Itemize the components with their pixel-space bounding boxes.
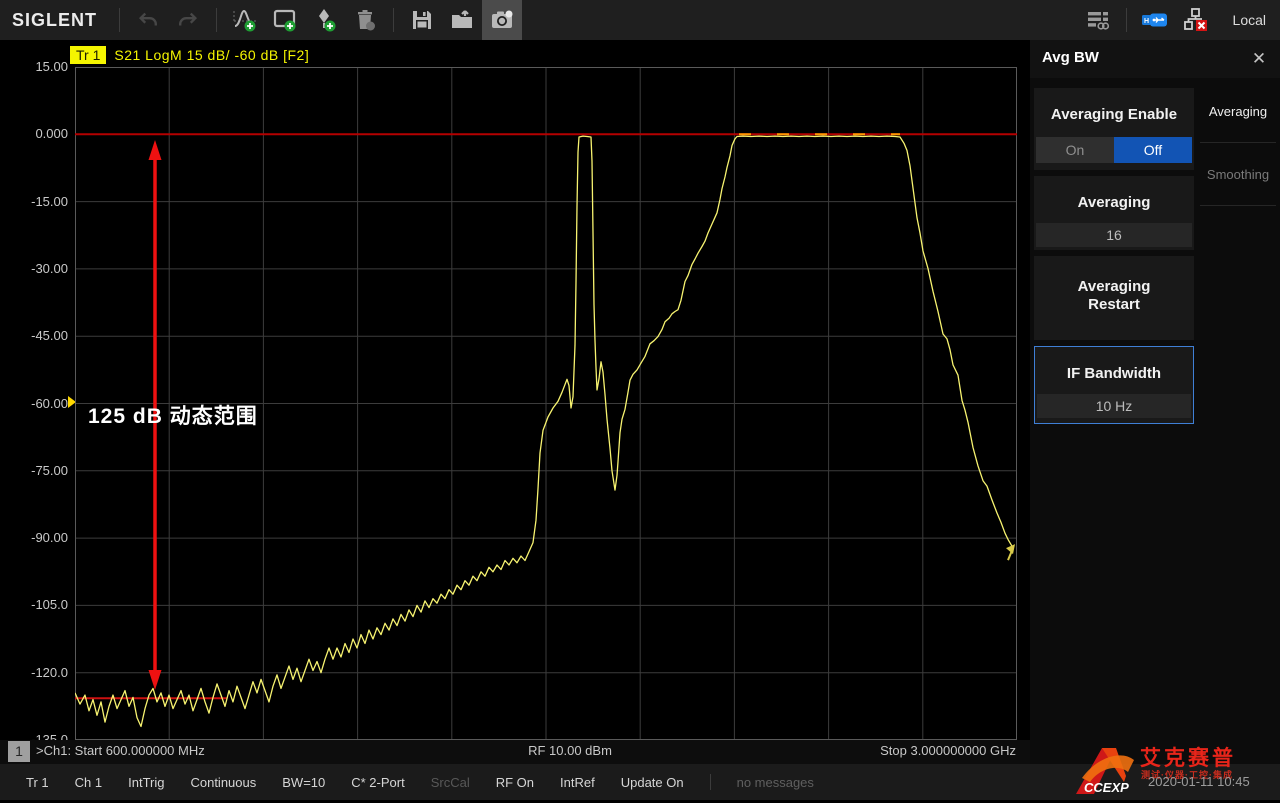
tab-averaging[interactable]: Averaging	[1196, 88, 1280, 134]
y-axis-label: -90.00	[4, 530, 68, 545]
if-bandwidth-label: IF Bandwidth	[1035, 347, 1193, 382]
screenshot-icon[interactable]	[482, 0, 522, 40]
status-item-continuous[interactable]: Continuous	[190, 775, 256, 790]
tab-divider	[1200, 205, 1276, 206]
y-axis-label: 15.00	[4, 59, 68, 74]
averaging-restart-label-2: Restart	[1034, 296, 1194, 314]
start-frequency-label[interactable]: >Ch1: Start 600.000000 MHz	[36, 743, 205, 758]
status-item-bw-10[interactable]: BW=10	[282, 775, 325, 790]
y-axis-label: 0.000	[4, 126, 68, 141]
top-toolbar: SIGLENT	[0, 0, 1280, 40]
panel-content: Averaging Enable On Off Averaging 16 Ave…	[1034, 88, 1194, 430]
trace-header[interactable]: Tr 1 S21 LogM 15 dB/ -60 dB [F2]	[70, 46, 309, 64]
tab-divider	[1200, 142, 1276, 143]
stop-frequency-label[interactable]: Stop 3.000000000 GHz	[880, 743, 1016, 758]
panel-tab-strip: Averaging Smoothing	[1196, 88, 1280, 214]
status-item-inttrig[interactable]: IntTrig	[128, 775, 164, 790]
status-items: Tr 1 Ch 1 IntTrig Continuous BW=10 C* 2-Port S…	[0, 775, 684, 790]
y-axis-label: -60.00	[4, 396, 68, 411]
averaging-factor-label: Averaging	[1034, 176, 1194, 211]
y-axis-label: -45.00	[4, 328, 68, 343]
screen-layout-icon[interactable]	[1078, 0, 1118, 40]
rf-power-label[interactable]: RF 10.00 dBm	[460, 743, 680, 758]
channel-number-badge[interactable]: 1	[8, 741, 30, 762]
local-mode-label[interactable]: Local	[1233, 12, 1266, 28]
status-divider	[710, 774, 711, 790]
trace-format-text: S21 LogM 15 dB/ -60 dB [F2]	[114, 47, 309, 63]
tab-smoothing-label: Smoothing	[1207, 167, 1269, 182]
status-item-srccal[interactable]: SrcCal	[431, 775, 470, 790]
y-axis-label: -105.0	[4, 597, 68, 612]
dynamic-range-annotation: 125 dB 动态范围	[88, 400, 258, 430]
if-bandwidth-block[interactable]: IF Bandwidth 10 Hz	[1034, 346, 1194, 424]
y-axis-label: -120.0	[4, 665, 68, 680]
avg-bw-panel: Avg BW ✕ Averaging Enable On Off Averagi…	[1030, 40, 1280, 764]
usb-icon[interactable]: H	[1135, 0, 1175, 40]
trace-chip[interactable]: Tr 1	[70, 46, 106, 64]
system-status-bar: Tr 1 Ch 1 IntTrig Continuous BW=10 C* 2-Port S…	[0, 764, 1280, 800]
averaging-factor-block[interactable]: Averaging 16	[1034, 176, 1194, 250]
undo-icon[interactable]	[128, 0, 168, 40]
y-axis-label: -75.00	[4, 463, 68, 478]
measurement-screen: Tr 1 S21 LogM 15 dB/ -60 dB [F2] 15.00 0.…	[0, 40, 1030, 764]
tab-smoothing[interactable]: Smoothing	[1196, 151, 1280, 197]
tab-averaging-label: Averaging	[1209, 104, 1267, 119]
delete-icon[interactable]	[345, 0, 385, 40]
status-item-intref[interactable]: IntRef	[560, 775, 595, 790]
panel-title-bar: Avg BW ✕	[1030, 40, 1280, 78]
toolbar-separator	[393, 8, 394, 32]
averaging-enable-block: Averaging Enable On Off	[1034, 88, 1194, 170]
panel-title: Avg BW	[1042, 49, 1099, 66]
y-axis-label: -15.00	[4, 194, 68, 209]
toolbar-separator	[216, 8, 217, 32]
add-window-icon[interactable]	[265, 0, 305, 40]
add-marker-icon[interactable]	[305, 0, 345, 40]
siglent-logo: SIGLENT	[0, 10, 111, 31]
averaging-factor-value[interactable]: 16	[1036, 223, 1192, 247]
if-bandwidth-value[interactable]: 10 Hz	[1037, 394, 1191, 418]
recall-icon[interactable]	[442, 0, 482, 40]
averaging-enable-label: Averaging Enable	[1034, 88, 1194, 123]
averaging-on-button[interactable]: On	[1036, 137, 1114, 163]
message-area: no messages	[737, 775, 814, 790]
averaging-enable-toggle: On Off	[1036, 137, 1192, 163]
save-icon[interactable]	[402, 0, 442, 40]
toolbar-separator	[119, 8, 120, 32]
vna-application: SIGLENT	[0, 0, 1280, 800]
y-axis-label: -30.00	[4, 261, 68, 276]
lan-error-icon[interactable]	[1175, 0, 1215, 40]
svg-text:H: H	[1144, 18, 1149, 25]
status-item-tr-1[interactable]: Tr 1	[26, 775, 49, 790]
close-icon[interactable]: ✕	[1248, 48, 1270, 70]
averaging-restart-label-1: Averaging	[1034, 278, 1194, 296]
status-item-c-2-port[interactable]: C* 2-Port	[351, 775, 404, 790]
status-item-ch-1[interactable]: Ch 1	[75, 775, 102, 790]
averaging-off-button[interactable]: Off	[1114, 137, 1192, 163]
averaging-restart-button[interactable]: Averaging Restart	[1034, 256, 1194, 340]
status-item-rf-on[interactable]: RF On	[496, 775, 534, 790]
add-trace-icon[interactable]	[225, 0, 265, 40]
status-item-update-on[interactable]: Update On	[621, 775, 684, 790]
toolbar-separator	[1126, 8, 1127, 32]
redo-icon[interactable]	[168, 0, 208, 40]
channel-status-row: 1 >Ch1: Start 600.000000 MHz RF 10.00 dB…	[0, 740, 1030, 764]
